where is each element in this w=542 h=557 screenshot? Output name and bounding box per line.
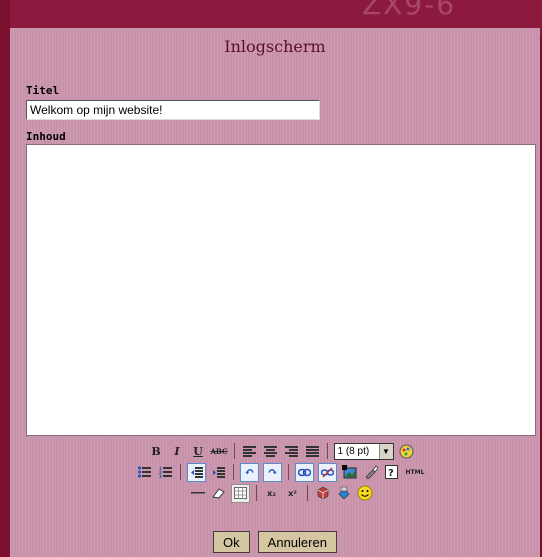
color-palette-icon	[399, 444, 413, 458]
toolbar-separator	[233, 464, 234, 480]
unlink-icon	[321, 466, 334, 478]
outdent-icon	[190, 466, 203, 478]
svg-text:?: ?	[388, 468, 394, 479]
window-title: Inlogscherm	[224, 37, 326, 56]
toolbar-row-2: 123 ↶ ↷ ? HTML	[26, 461, 536, 483]
table-icon	[234, 487, 247, 499]
toolbar-separator	[288, 464, 289, 480]
special-characters-icon[interactable]	[314, 485, 331, 502]
paint-brush-icon[interactable]	[362, 464, 379, 481]
toolbar-separator	[233, 443, 235, 459]
horizontal-rule-icon[interactable]	[189, 485, 206, 502]
svg-text:3: 3	[159, 474, 162, 478]
align-left-icon	[242, 445, 256, 457]
paint-brush-icon	[364, 465, 378, 479]
toolbar-row-1: B I U ABC 1 (8 pt) ▼	[26, 440, 536, 462]
toolbar-separator	[307, 485, 308, 501]
help-icon[interactable]: ?	[383, 464, 400, 481]
align-right-icon[interactable]	[283, 443, 300, 460]
chevron-down-icon: ▼	[378, 443, 393, 459]
color-palette-icon[interactable]	[398, 443, 415, 460]
bullet-list-icon	[138, 466, 151, 478]
insert-image-icon	[342, 465, 357, 479]
insert-image-icon[interactable]	[341, 464, 358, 481]
content-label: Inhoud	[26, 130, 66, 143]
link-icon[interactable]	[295, 462, 314, 482]
align-right-icon	[284, 445, 298, 457]
toolbar-separator	[326, 443, 328, 459]
eraser-icon[interactable]	[210, 485, 227, 502]
undo-icon[interactable]: ↶	[240, 462, 259, 482]
horizontal-rule-icon	[190, 492, 205, 494]
title-label: Titel	[26, 84, 60, 97]
superscript-button[interactable]: x²	[284, 485, 301, 502]
justify-icon[interactable]	[304, 443, 321, 460]
special-characters-icon	[317, 486, 328, 500]
link-icon	[298, 468, 311, 476]
font-size-select[interactable]: 1 (8 pt) ▼	[333, 442, 394, 460]
cancel-button[interactable]: Annuleren	[257, 531, 337, 553]
eraser-icon	[211, 488, 225, 499]
align-center-icon[interactable]	[262, 443, 279, 460]
insert-object-icon	[338, 486, 349, 500]
italic-button[interactable]: I	[169, 443, 186, 460]
strikethrough-button[interactable]: ABC	[210, 443, 227, 460]
toolbar-separator	[180, 464, 181, 480]
help-icon: ?	[385, 465, 398, 479]
bold-button[interactable]: B	[148, 443, 165, 460]
underline-button[interactable]: U	[190, 443, 207, 460]
html-source-button[interactable]: HTML	[404, 464, 426, 481]
indent-icon	[212, 466, 225, 478]
toolbar-row-3: x₂ x²	[26, 482, 536, 504]
indent-icon[interactable]	[210, 464, 227, 481]
ok-button[interactable]: Ok	[213, 531, 250, 553]
smiley-icon	[357, 485, 372, 501]
title-input[interactable]	[26, 100, 320, 120]
table-icon[interactable]	[231, 483, 250, 503]
content-editor[interactable]	[26, 144, 536, 436]
banner-logo-text: ZX9-6	[362, 0, 457, 21]
outdent-icon[interactable]	[187, 462, 206, 482]
justify-icon	[305, 445, 319, 457]
toolbar-separator	[256, 485, 257, 501]
align-left-icon[interactable]	[241, 443, 258, 460]
bullet-list-icon[interactable]	[136, 464, 153, 481]
align-center-icon	[263, 445, 277, 457]
redo-icon[interactable]: ↷	[263, 462, 282, 482]
insert-object-icon[interactable]	[335, 485, 352, 502]
unlink-icon[interactable]	[318, 462, 337, 482]
numbered-list-icon: 123	[159, 466, 172, 478]
numbered-list-icon[interactable]: 123	[157, 464, 174, 481]
dialog-buttons: Ok Annuleren	[10, 531, 540, 555]
smiley-icon[interactable]	[356, 485, 373, 502]
subscript-button[interactable]: x₂	[263, 485, 280, 502]
login-window: Inlogscherm Titel Inhoud B I U ABC 1 (8 …	[10, 28, 540, 557]
font-size-value: 1 (8 pt)	[337, 445, 370, 457]
